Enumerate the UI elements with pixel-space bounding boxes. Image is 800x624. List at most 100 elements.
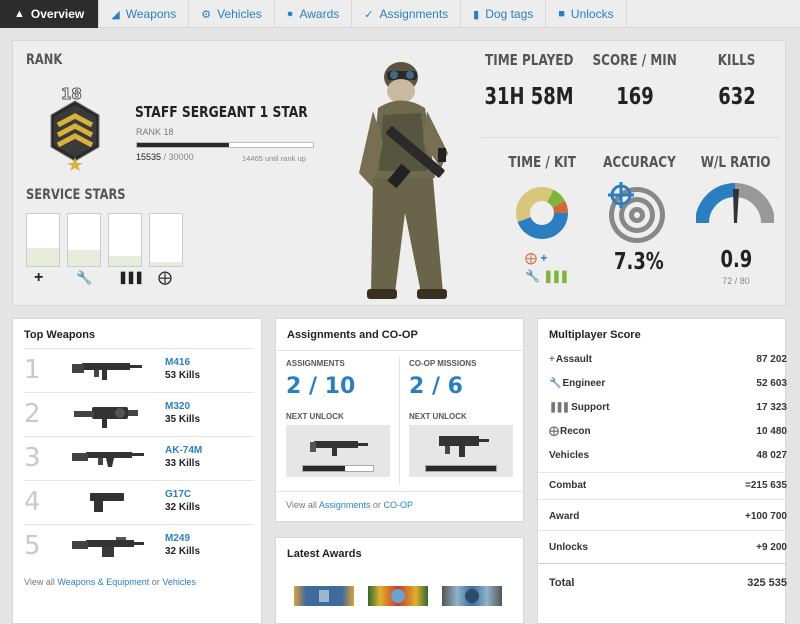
multiplayer-score-card: Multiplayer Score + Assault 87 202 🔧 Enginee…: [537, 318, 787, 624]
weapon-name[interactable]: AK-74M: [165, 445, 202, 456]
weapon-rank: 5: [24, 531, 41, 561]
weapon-name[interactable]: M249: [165, 533, 190, 544]
tab-vehicles[interactable]: ⚙ Vehicles: [189, 0, 275, 28]
score-row-label: Engineer: [562, 378, 606, 389]
coop-label: CO-OP MISSIONS: [409, 359, 477, 368]
award-row: Award +100 700: [549, 511, 787, 522]
rank-badge: 18: [47, 85, 103, 171]
service-star-fill: [27, 247, 59, 266]
assignments-footer-divider: [276, 491, 525, 492]
score-row-value: 52 603: [756, 378, 787, 389]
footer-or: or: [151, 577, 160, 587]
total-label: Total: [549, 577, 575, 589]
weapon-rank: 2: [24, 399, 41, 429]
rank-progress-fill: [137, 143, 229, 147]
plus-icon: +: [34, 269, 44, 286]
ammo-icon: ❚❚❚: [549, 402, 570, 413]
score-row-value: 17 323: [756, 402, 787, 413]
coop-link[interactable]: CO-OP: [383, 500, 413, 510]
assignments-progress-bar: [302, 465, 374, 472]
vehicles-link[interactable]: Vehicles: [162, 577, 196, 587]
rank-xp-current: 15535: [136, 152, 162, 162]
unlocks-row: Unlocks +9 200: [549, 542, 787, 553]
crosshair-icon: ⨁: [549, 426, 559, 437]
footer-text: View all: [286, 500, 317, 510]
stat-kills: KILLS: [718, 51, 756, 69]
weapons-equipment-link[interactable]: Weapons & Equipment: [57, 577, 149, 587]
score-divider-4: [538, 563, 787, 564]
award-ribbon-1[interactable]: [294, 586, 354, 606]
assignments-divider: [399, 357, 400, 485]
weapon-kills: 32 Kills: [165, 546, 201, 557]
coop-unlock-thumb[interactable]: [409, 425, 513, 477]
tab-assignments[interactable]: ✓ Assignments: [352, 0, 462, 28]
weapon-kills: 53 Kills: [165, 370, 201, 381]
service-star-bar: [149, 213, 183, 267]
stat-wl-value: 0.9: [720, 247, 752, 273]
weapon-image: [72, 533, 144, 564]
rank-subtitle: RANK 18: [136, 127, 174, 137]
ammo-icon: ❚❚❚: [118, 270, 144, 284]
wrench-icon: 🔧: [549, 378, 562, 389]
pdw-icon: [439, 436, 489, 457]
top-weapons-card: Top Weapons 1 M416 53 Kills 2 M320 35 Kil…: [12, 318, 262, 624]
tab-weapons[interactable]: ◢ Weapons: [99, 0, 190, 28]
medal-icon: ●: [286, 8, 294, 20]
weapon-row[interactable]: 2 M320 35 Kills: [24, 392, 254, 436]
score-divider-2: [538, 499, 787, 500]
weapon-image: [72, 401, 144, 434]
chevron-up-icon: ▲: [14, 8, 25, 20]
coop-next-unlock: NEXT UNLOCK: [409, 412, 467, 421]
weapon-name[interactable]: G17C: [165, 489, 191, 500]
award-ribbon-3[interactable]: [442, 586, 502, 606]
plus-icon: +: [549, 354, 555, 365]
tag-icon: ▮: [473, 8, 480, 21]
assignments-footer: View all Assignments or CO-OP: [286, 500, 413, 510]
score-divider-3: [538, 530, 787, 531]
score-row-value: 48 027: [756, 450, 787, 461]
footer-text: View all: [24, 577, 55, 587]
service-star-bar: [26, 213, 60, 267]
tab-dog-tags[interactable]: ▮ Dog tags: [461, 0, 547, 28]
accuracy-target-icon: [603, 181, 667, 250]
weapon-name[interactable]: M320: [165, 401, 190, 412]
assignments-unlock-thumb[interactable]: [286, 425, 390, 477]
tab-awards[interactable]: ● Awards: [275, 0, 353, 28]
stat-kills-value: 632: [718, 84, 756, 110]
top-weapons-title: Top Weapons: [24, 329, 96, 341]
weapon-name[interactable]: M416: [165, 357, 190, 368]
tab-overview[interactable]: ▲ Overview: [0, 0, 100, 28]
award-label: Award: [549, 511, 580, 522]
latest-awards-card: Latest Awards: [275, 537, 524, 624]
assignments-link[interactable]: Assignments: [319, 500, 371, 510]
stat-time-played-value: 31H 58M: [484, 84, 574, 110]
gun-icon: ◢: [111, 8, 120, 21]
stats-divider: [481, 137, 781, 138]
weapon-image: [72, 489, 144, 518]
score-row: ⨁ Recon 10 480: [549, 426, 787, 437]
weapon-row[interactable]: 3 AK-74M 33 Kills: [24, 436, 254, 480]
score-row-value: 10 480: [756, 426, 787, 437]
time-kit-donut: [513, 184, 571, 247]
crosshair-icon: ⨁: [158, 269, 172, 285]
profile-tab-bar: ▲ Overview ◢ Weapons ⚙ Vehicles ● Awards ✓ As…: [0, 0, 800, 28]
check-icon: ✓: [364, 8, 374, 21]
kit-legend-icons: ⨁ + 🔧 ❚❚❚: [525, 249, 569, 285]
weapon-row[interactable]: 1 M416 53 Kills: [24, 348, 254, 392]
rank-xp-total: / 30000: [163, 152, 194, 162]
weapon-row[interactable]: 4 G17C 32 Kills: [24, 480, 254, 524]
gear-icon: ⚙: [201, 8, 212, 21]
footer-or: or: [372, 500, 381, 510]
soldier-figure: [343, 53, 473, 305]
rank-until-up: 14465 until rank up: [242, 154, 306, 163]
stat-time-played: TIME PLAYED: [484, 51, 574, 69]
assault-icon: +: [540, 251, 548, 265]
combat-label: Combat: [549, 480, 587, 491]
weapon-rank: 3: [24, 443, 41, 473]
weapon-kills: 35 Kills: [165, 414, 201, 425]
weapon-row[interactable]: 5 M249 32 Kills: [24, 524, 254, 568]
assignments-progress-fill: [303, 466, 345, 471]
award-ribbon-2[interactable]: [368, 586, 428, 606]
tab-unlocks[interactable]: ■ Unlocks: [546, 0, 627, 28]
weapon-kills: 32 Kills: [165, 502, 201, 513]
